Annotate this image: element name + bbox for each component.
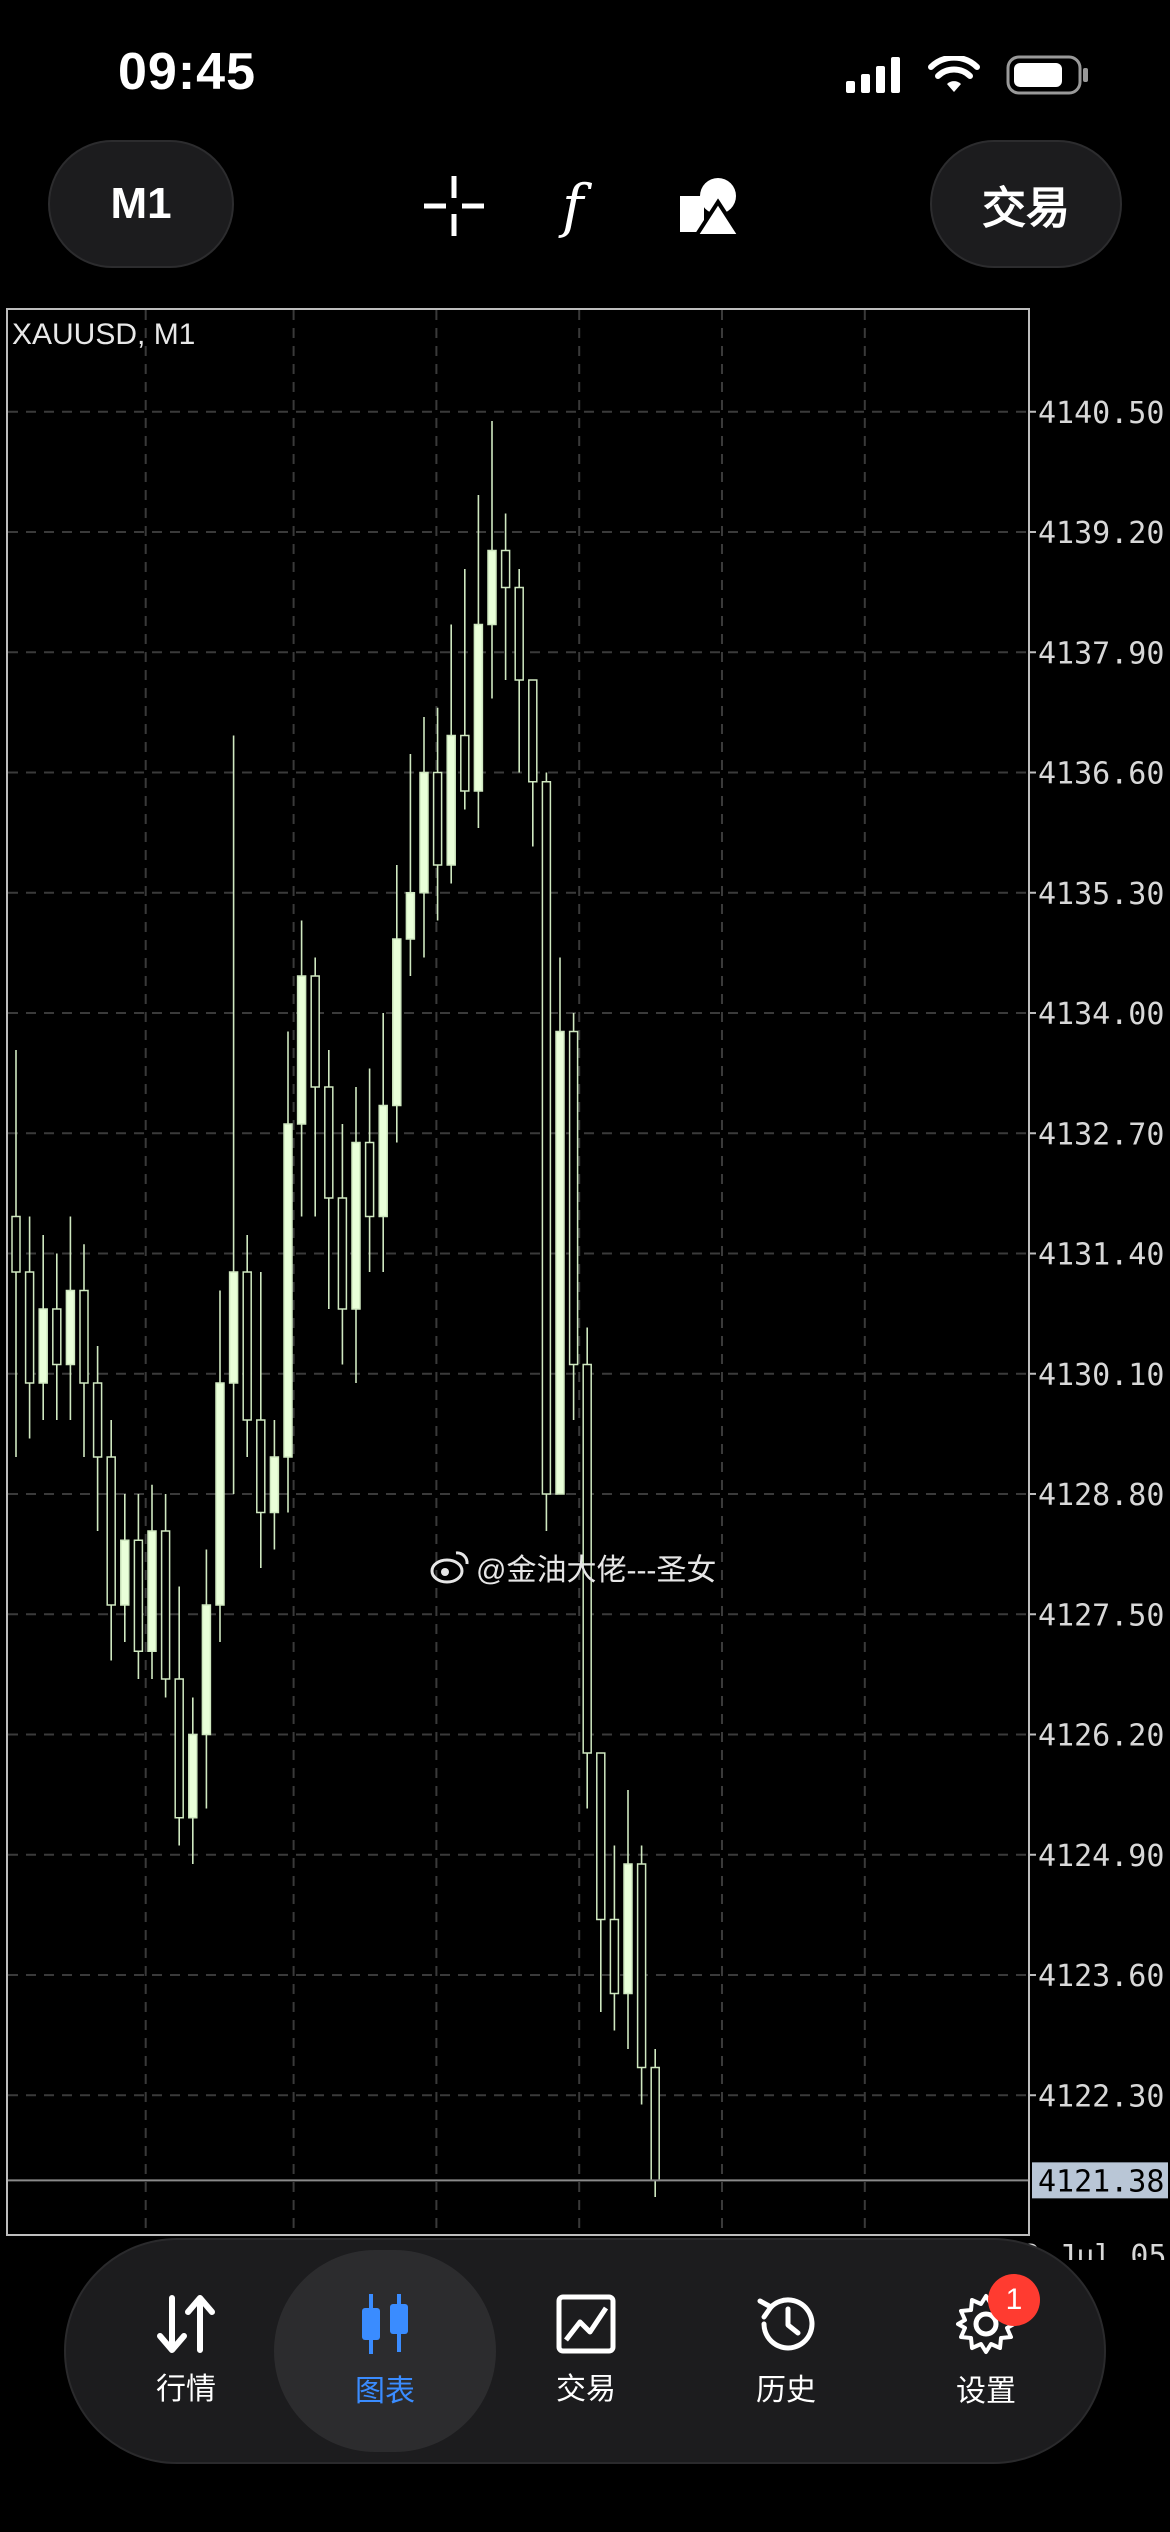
y-tick-label: 4127.50 xyxy=(1038,1598,1164,1633)
y-tick-label: 4136.60 xyxy=(1038,757,1164,792)
candle-body xyxy=(609,1918,620,1995)
candle-body xyxy=(215,1382,225,1606)
y-tick-label: 4139.20 xyxy=(1038,516,1164,551)
y-tick-label: 4124.90 xyxy=(1038,1839,1164,1874)
tab-chart[interactable]: 图表 xyxy=(274,2250,496,2452)
wifi-icon xyxy=(928,56,980,92)
y-tick-label: 4123.60 xyxy=(1038,1959,1164,1994)
battery-icon xyxy=(1006,55,1088,95)
tab-history-label: 历史 xyxy=(756,2374,816,2407)
y-tick-label: 4140.50 xyxy=(1038,396,1164,431)
candle-body xyxy=(256,1419,266,1514)
cellular-signal-icon xyxy=(846,57,900,93)
candle-body xyxy=(38,1308,48,1384)
candle-body xyxy=(528,679,538,783)
chart-toolbar: M1 f 交易 xyxy=(0,140,1170,280)
candle-body xyxy=(147,1530,157,1652)
candle-body xyxy=(65,1289,76,1366)
chart-candles-icon xyxy=(362,2294,408,2354)
y-tick-label: 4126.20 xyxy=(1038,1719,1164,1754)
candle-body xyxy=(650,2066,660,2182)
candle-body xyxy=(133,1539,144,1652)
quotes-arrows-icon xyxy=(157,2295,215,2353)
candle-body xyxy=(52,1308,62,1366)
weibo-icon xyxy=(430,1551,469,1584)
candle-body xyxy=(460,734,470,792)
candle-body xyxy=(555,1030,565,1495)
price-chart[interactable]: 4140.50 4139.20 4137.90 4136.60 4135.30 4134.… xyxy=(0,300,1170,2260)
y-tick-label: 4122.30 xyxy=(1038,2079,1164,2114)
candle-body xyxy=(623,1863,633,1995)
status-bar: 09:45 xyxy=(0,0,1170,140)
y-tick-label: 4128.80 xyxy=(1038,1478,1164,1513)
candle-body xyxy=(79,1289,89,1384)
candle-body xyxy=(24,1271,35,1384)
candle-body xyxy=(596,1752,606,1921)
tab-quotes-label: 行情 xyxy=(156,2373,216,2406)
objects-icon[interactable] xyxy=(678,174,746,238)
notification-badge: 1 xyxy=(988,2274,1040,2326)
y-tick-label: 4130.10 xyxy=(1038,1358,1164,1393)
chart-title: XAUUSD, M1 xyxy=(12,318,195,351)
tab-quotes[interactable]: 行情 xyxy=(86,2250,286,2452)
history-clock-icon xyxy=(757,2297,815,2351)
candle-body xyxy=(11,1215,21,1273)
candle-body xyxy=(337,1197,348,1310)
candle-body xyxy=(201,1604,212,1736)
candle-body xyxy=(568,1030,579,1366)
candlestick-chart-svg[interactable]: 4140.50 4139.20 4137.90 4136.60 4135.30 4134.… xyxy=(0,300,1170,2260)
candle-body xyxy=(378,1104,388,1218)
tab-trade-label: 交易 xyxy=(556,2373,616,2406)
tab-trade[interactable]: 交易 xyxy=(486,2250,686,2452)
trade-button[interactable]: 交易 xyxy=(930,140,1122,268)
candle-body xyxy=(310,975,320,1088)
y-tick-label: 4135.30 xyxy=(1038,877,1164,912)
candle-body xyxy=(324,1086,334,1199)
current-price-label: 4121.38 xyxy=(1038,2164,1164,2199)
candle-body xyxy=(242,1271,252,1421)
crosshair-icon[interactable] xyxy=(422,174,486,238)
candle-body xyxy=(228,1271,239,1384)
y-tick-label: 4131.40 xyxy=(1038,1238,1164,1273)
candle-body xyxy=(283,1123,293,1458)
candle-body xyxy=(473,623,484,792)
candle-body xyxy=(188,1733,198,1819)
candle-body xyxy=(174,1678,184,1819)
function-icon[interactable]: f xyxy=(548,174,612,238)
watermark-text: @金油大佬---圣女 xyxy=(476,1554,717,1587)
y-tick-label: 4134.00 xyxy=(1038,997,1164,1032)
candle-body xyxy=(541,781,552,1495)
candle-body xyxy=(514,586,524,681)
tab-settings[interactable]: 设置 1 xyxy=(886,2250,1086,2452)
candle-body xyxy=(92,1382,103,1458)
candle-body xyxy=(106,1456,116,1606)
svg-text:f: f xyxy=(558,174,593,238)
tab-history[interactable]: 历史 xyxy=(686,2250,886,2452)
status-icons xyxy=(846,55,1090,95)
y-tick-label: 4132.70 xyxy=(1038,1117,1164,1152)
y-tick-label: 4137.90 xyxy=(1038,636,1164,671)
status-time: 09:45 xyxy=(118,43,256,101)
candle-body xyxy=(419,771,429,894)
tab-chart-label: 图表 xyxy=(355,2375,415,2408)
bottom-tab-bar: 行情 图表 交易 历史 设置 1 xyxy=(64,2238,1106,2464)
candle-body xyxy=(120,1539,130,1606)
tab-settings-label: 设置 xyxy=(956,2375,1016,2408)
candle-body xyxy=(487,549,497,626)
candle-body xyxy=(432,771,443,866)
candle-body xyxy=(446,734,456,866)
candle-body xyxy=(500,549,511,589)
candle-body xyxy=(364,1141,375,1218)
trade-chart-icon xyxy=(556,2294,616,2354)
candle-body xyxy=(296,975,307,1125)
watermark: @金油大佬---圣女 xyxy=(430,1545,716,1589)
timeframe-button[interactable]: M1 xyxy=(48,140,234,268)
candle-body xyxy=(269,1456,280,1514)
candle-body xyxy=(351,1141,361,1310)
candle-body xyxy=(160,1530,171,1680)
candle-body xyxy=(392,938,402,1107)
candle-body xyxy=(636,1863,647,2069)
candle-body xyxy=(405,892,416,940)
